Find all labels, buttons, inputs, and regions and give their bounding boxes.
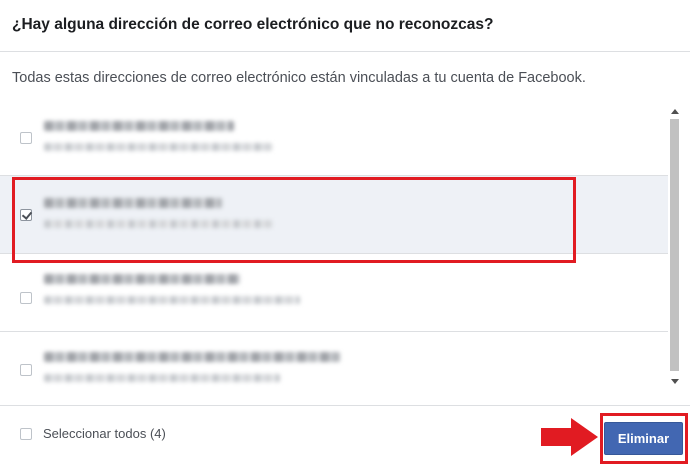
email-list-item[interactable] [0,254,668,332]
scrollbar-thumb[interactable] [670,119,679,371]
email-address-redacted [44,274,240,284]
email-address-redacted [44,121,234,131]
email-list-item[interactable] [0,332,668,393]
email-added-date-redacted [44,374,280,382]
email-list-item[interactable] [0,99,668,176]
email-added-date-redacted [44,143,272,151]
scroll-up-arrow-icon[interactable] [671,109,679,114]
select-all-checkbox[interactable] [20,428,32,440]
dialog-description: Todas estas direcciones de correo electr… [12,70,586,86]
email-checkbox[interactable] [20,364,32,376]
scroll-down-arrow-icon[interactable] [671,379,679,384]
email-address-redacted [44,352,340,362]
dialog-footer: Seleccionar todos (4) Eliminar [0,405,690,464]
selected-email-highlight [12,177,576,263]
email-checkbox[interactable] [20,132,32,144]
list-scrollbar[interactable] [668,99,682,393]
dialog-title: ¿Hay alguna dirección de correo electrón… [12,16,494,33]
select-all-label[interactable]: Seleccionar todos (4) [43,426,166,441]
email-checkbox[interactable] [20,292,32,304]
red-arrow-icon [541,418,598,456]
dialog-header: ¿Hay alguna dirección de correo electrón… [0,0,690,52]
email-added-date-redacted [44,296,300,304]
delete-button[interactable]: Eliminar [604,422,683,455]
